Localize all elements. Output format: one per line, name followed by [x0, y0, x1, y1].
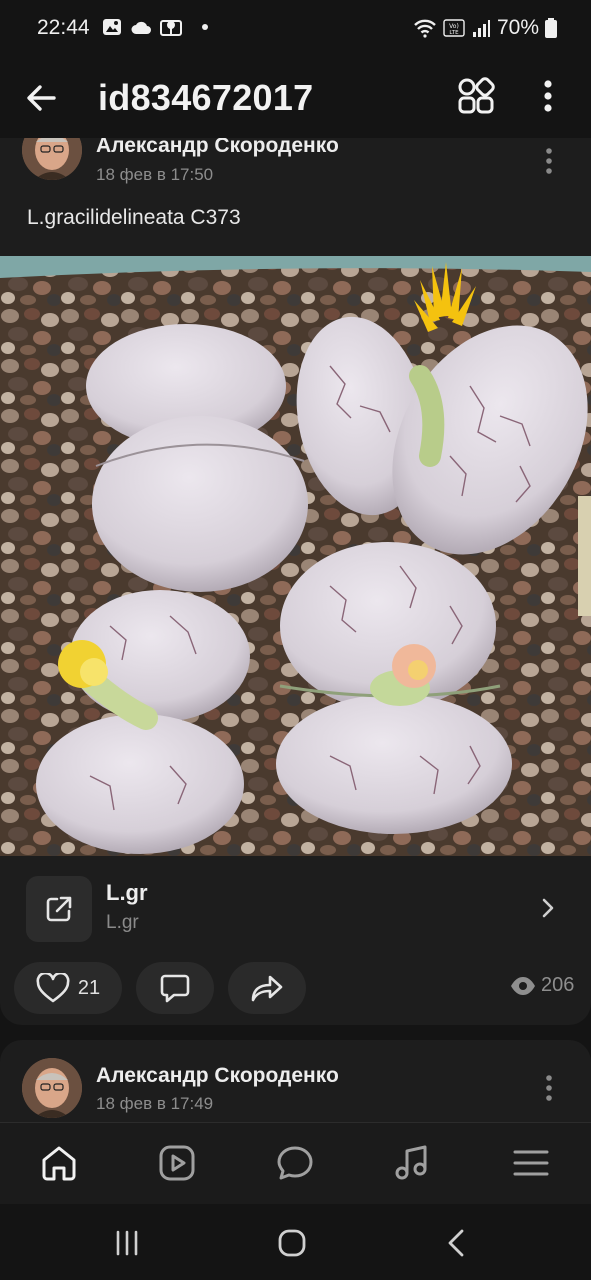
svg-text:Vo): Vo)	[449, 23, 459, 30]
battery-percent: 70%	[496, 16, 539, 39]
status-left-icons	[102, 17, 208, 37]
link-attachment[interactable]: L.gr L.gr	[0, 856, 591, 956]
eye-icon	[511, 976, 535, 995]
view-count: 206	[541, 974, 575, 996]
page-title: id834672017	[98, 77, 314, 118]
grid-icon	[458, 77, 495, 114]
menu-icon	[513, 1150, 549, 1176]
recents-icon	[116, 1230, 138, 1256]
back-system-button[interactable]	[440, 1226, 474, 1260]
comment-icon	[160, 974, 190, 1003]
cloud-icon	[131, 21, 151, 34]
messages-icon	[277, 1146, 313, 1180]
link-title: L.gr	[106, 880, 148, 905]
post-more-button[interactable]	[540, 147, 558, 177]
next-post-card: Александр Скороденко 18 фев в 17:49	[0, 1040, 591, 1124]
heart-icon	[36, 973, 70, 1003]
home-system-button[interactable]	[275, 1226, 309, 1260]
nav-menu[interactable]	[509, 1141, 553, 1185]
post-header: Александр Скороденко 18 фев в 17:50	[0, 138, 591, 194]
more-options-button[interactable]	[535, 76, 561, 116]
location-icon	[160, 20, 182, 36]
home-circle-icon	[278, 1229, 306, 1257]
app-bar: id834672017	[0, 58, 591, 138]
nav-messages[interactable]	[273, 1141, 317, 1185]
system-navigation	[0, 1204, 591, 1280]
like-button[interactable]: 21	[14, 962, 122, 1014]
more-vertical-icon	[546, 1075, 552, 1101]
post-card: Александр Скороденко 18 фев в 17:50 L.gr…	[0, 138, 591, 1025]
volte-icon: Vo)LTE	[443, 19, 465, 37]
link-icon-box	[26, 876, 92, 942]
battery-icon	[545, 18, 557, 38]
post-author-name[interactable]: Александр Скороденко	[96, 1064, 339, 1088]
link-subtitle: L.gr	[106, 912, 139, 933]
share-button[interactable]	[228, 962, 306, 1014]
post-date: 18 фев в 17:49	[96, 1094, 214, 1113]
video-icon	[159, 1145, 195, 1181]
grid-view-button[interactable]	[456, 76, 496, 116]
bottom-navigation	[0, 1122, 591, 1204]
chevron-right-icon	[542, 898, 554, 918]
notification-dot	[202, 24, 208, 30]
avatar[interactable]	[22, 1058, 82, 1118]
share-icon	[251, 975, 283, 1002]
status-time: 22:44	[37, 16, 90, 39]
recents-button[interactable]	[110, 1226, 144, 1260]
view-counter: 206	[510, 974, 574, 997]
back-arrow-icon	[27, 85, 56, 111]
svg-text:LTE: LTE	[449, 30, 459, 36]
like-count: 21	[77, 976, 101, 999]
back-button[interactable]	[22, 78, 62, 118]
back-chevron-icon	[448, 1229, 464, 1257]
post-author-name[interactable]: Александр Скороденко	[96, 138, 339, 158]
nav-video[interactable]	[155, 1141, 199, 1185]
avatar[interactable]	[22, 138, 82, 180]
post-more-button[interactable]	[540, 1074, 558, 1104]
home-icon	[42, 1146, 76, 1181]
nav-home[interactable]	[37, 1141, 81, 1185]
gallery-icon	[103, 19, 121, 35]
post-actions: 21 206	[0, 958, 591, 1018]
status-right: Vo) LTE 70%	[413, 16, 557, 40]
more-vertical-icon	[546, 148, 552, 174]
post-text: L.gracilidelineata C373	[27, 206, 241, 229]
signal-icon	[472, 20, 490, 37]
status-bar: 22:44 Vo) LTE 70%	[0, 0, 591, 58]
music-icon	[395, 1145, 427, 1180]
post-photo[interactable]	[0, 256, 591, 856]
lithops-plants-photo	[0, 256, 591, 856]
post-date: 18 фев в 17:50	[96, 165, 214, 184]
more-vertical-icon	[544, 80, 552, 112]
wifi-icon	[414, 19, 436, 38]
external-link-icon	[46, 896, 72, 922]
nav-music[interactable]	[390, 1141, 434, 1185]
comment-button[interactable]	[136, 962, 214, 1014]
